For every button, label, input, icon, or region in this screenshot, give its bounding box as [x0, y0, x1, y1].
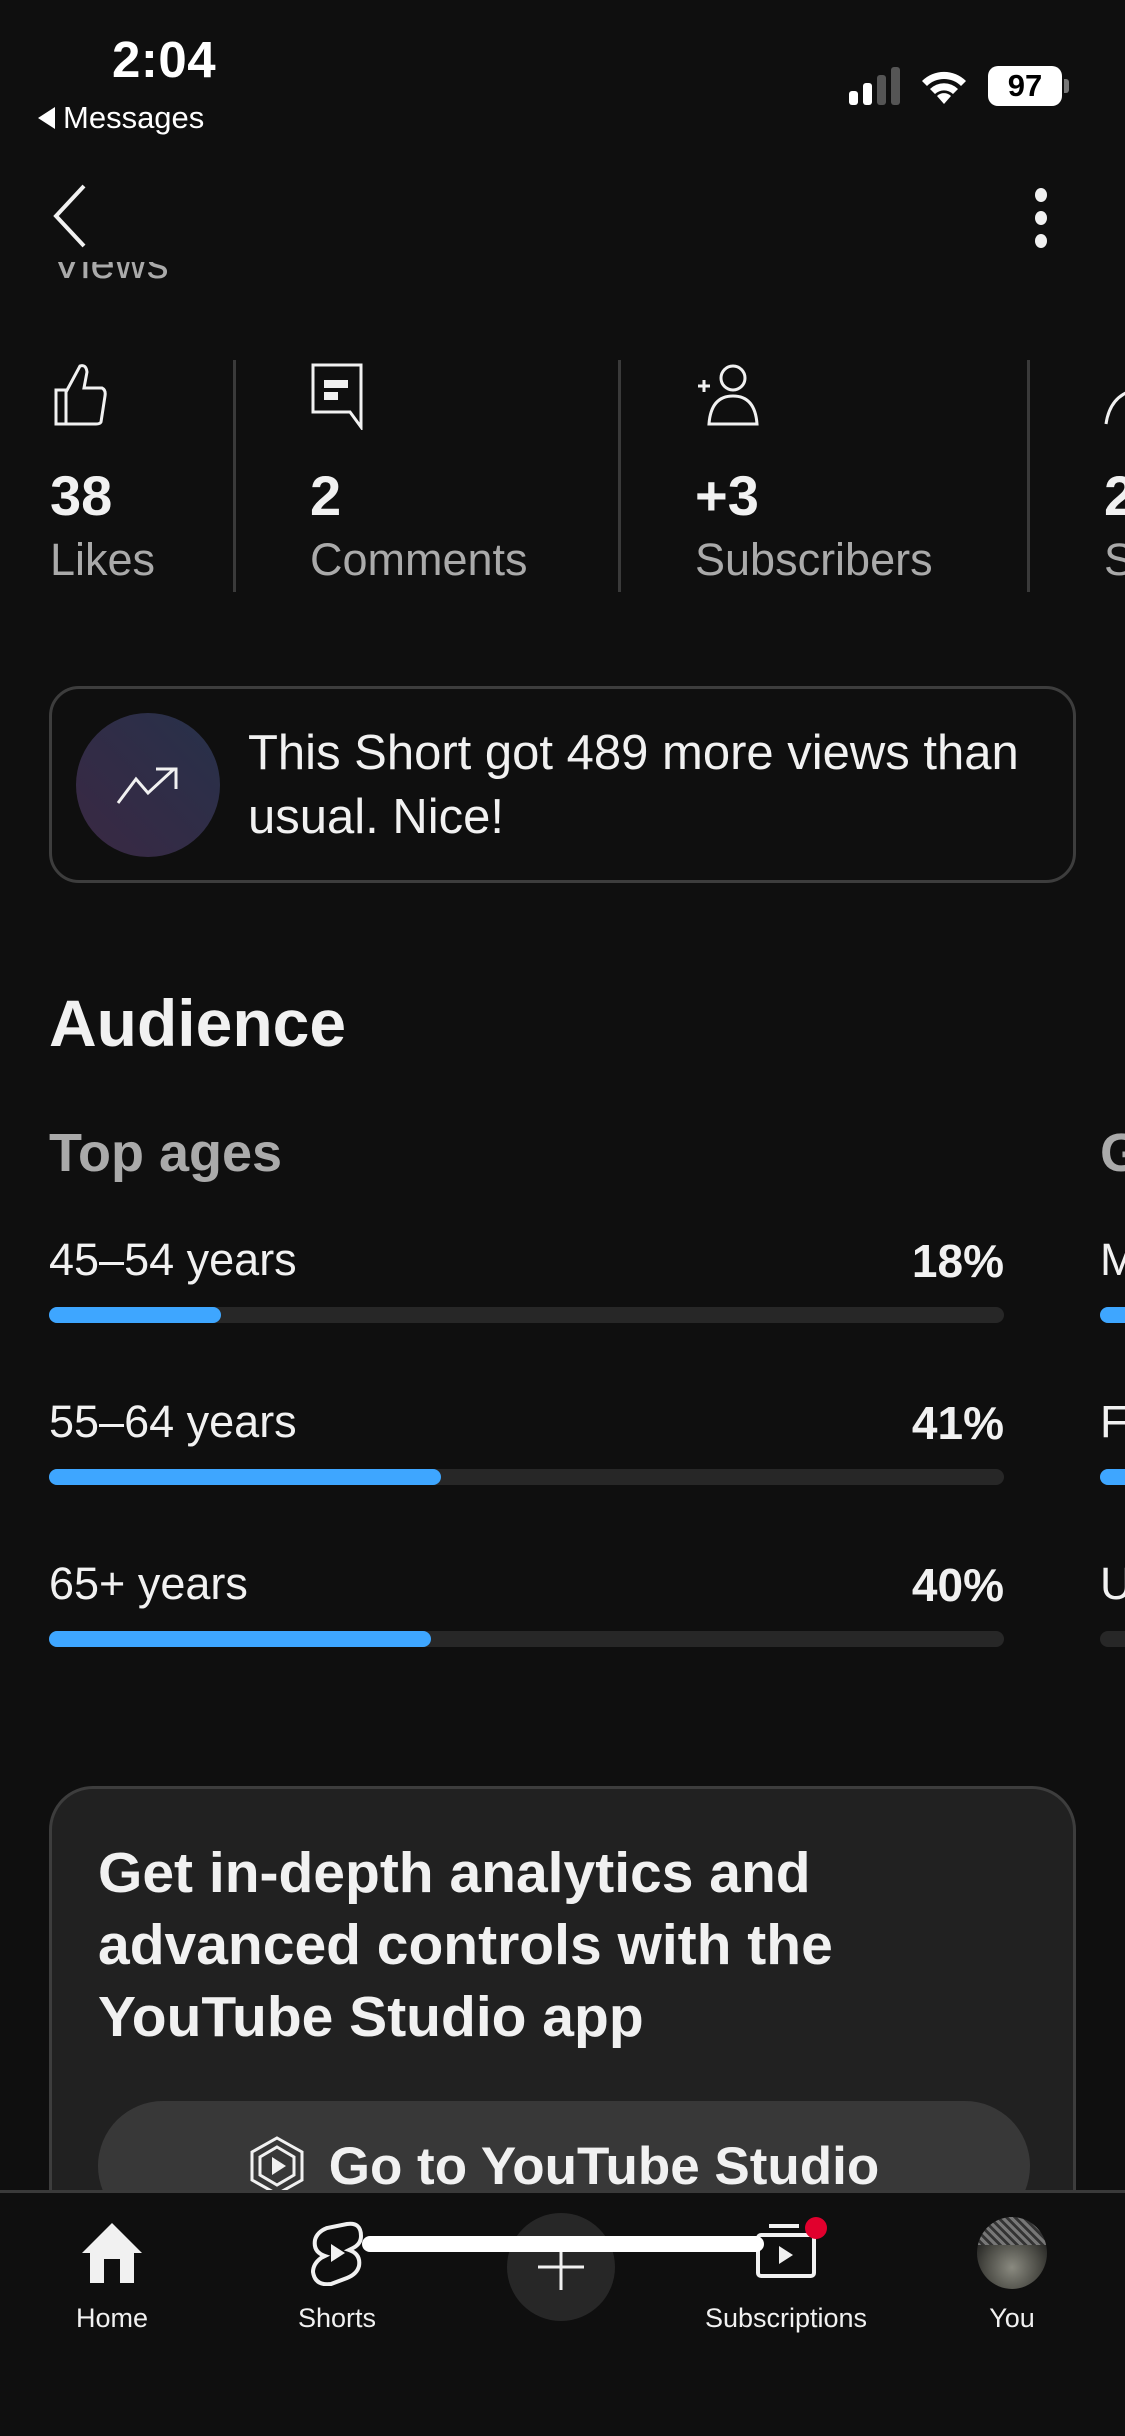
age-bar-fill [49, 1469, 441, 1485]
more-vertical-icon[interactable] [1024, 188, 1058, 248]
create-button[interactable] [507, 2213, 615, 2321]
trending-badge [76, 712, 220, 857]
wifi-icon [922, 71, 966, 104]
gender-label: F [1100, 1396, 1125, 1447]
age-bar-fill [49, 1631, 431, 1647]
status-indicators: 97 [849, 66, 1069, 106]
battery-level: 97 [988, 66, 1062, 106]
tab-label: Subscriptions [704, 2303, 868, 2333]
age-bar-track [49, 1469, 1004, 1485]
gender-row: U [1100, 1558, 1125, 1647]
tab-label: Home [75, 2303, 149, 2333]
metric-label: Likes [50, 534, 156, 585]
gender-bar-track [1100, 1307, 1125, 1323]
gender-bar-track [1100, 1469, 1125, 1485]
metric-shares[interactable]: 2 S [1104, 360, 1125, 592]
age-row: 45–54 years 18% [49, 1234, 1004, 1323]
audience-title: Audience [49, 986, 347, 1060]
notice-text: This Short got 489 more views than usual… [248, 725, 1019, 844]
age-bar-track [49, 1631, 1004, 1647]
age-label: 65+ years [49, 1558, 248, 1609]
clipped-views-label: Views [52, 262, 169, 288]
metric-value: 38 [50, 464, 113, 527]
top-ages-title: Top ages [49, 1123, 283, 1183]
bottom-navigation: Home Shorts Subscriptions You [0, 2190, 1125, 2436]
metric-divider [233, 360, 236, 592]
avatar [977, 2217, 1047, 2289]
age-bar-track [49, 1307, 1004, 1323]
home-icon [82, 2223, 142, 2283]
metric-comments[interactable]: 2 Comments [310, 360, 528, 592]
go-to-youtube-studio-label: Go to YouTube Studio [328, 2136, 880, 2196]
metric-value: 2 [310, 464, 342, 527]
status-time: 2:04 [112, 31, 217, 88]
metric-label: Subscribers [695, 534, 933, 585]
gender-row: M [1100, 1234, 1125, 1323]
age-row: 55–64 years 41% [49, 1396, 1004, 1485]
gender-bar-track [1100, 1631, 1125, 1647]
age-label: 45–54 years [49, 1234, 297, 1285]
tab-shorts[interactable]: Shorts [237, 2213, 437, 2334]
gender-title: G [1100, 1123, 1125, 1183]
tab-you[interactable]: You [912, 2213, 1112, 2334]
metric-label: S [1104, 534, 1125, 585]
battery-icon: 97 [988, 66, 1069, 106]
home-indicator[interactable] [362, 2236, 764, 2252]
tab-home[interactable]: Home [12, 2213, 212, 2334]
back-app-label: Messages [63, 100, 205, 135]
shorts-icon [310, 2221, 364, 2286]
promo-text: Get in-depth analytics and advanced cont… [98, 1841, 833, 2049]
metric-value: 2 [1104, 464, 1125, 527]
back-triangle-icon [38, 107, 55, 129]
notification-dot [805, 2216, 827, 2239]
tab-label: You [989, 2303, 1035, 2333]
share-icon [1104, 391, 1125, 425]
cellular-signal-icon [849, 67, 900, 105]
metric-divider [618, 360, 621, 592]
metric-divider [1027, 360, 1030, 592]
gender-label: M [1100, 1234, 1125, 1285]
age-percent: 41% [911, 1397, 1004, 1449]
age-percent: 18% [911, 1235, 1004, 1287]
tab-label: Shorts [297, 2303, 377, 2333]
youtube-studio-promo-card: Get in-depth analytics and advanced cont… [49, 1786, 1076, 2246]
tab-subscriptions[interactable]: Subscriptions [686, 2213, 886, 2334]
age-percent: 40% [911, 1559, 1004, 1611]
metric-subscribers[interactable]: +3 Subscribers [695, 360, 933, 592]
age-label: 55–64 years [49, 1396, 297, 1447]
performance-notice-card: This Short got 489 more views than usual… [49, 686, 1076, 883]
age-row: 65+ years 40% [49, 1558, 1004, 1647]
metric-label: Comments [310, 534, 528, 585]
youtube-studio-icon [250, 2136, 304, 2196]
metric-likes[interactable]: 38 Likes [50, 360, 155, 592]
comment-icon [311, 363, 363, 432]
add-person-icon [698, 364, 759, 426]
gender-label: U [1100, 1558, 1125, 1609]
trending-up-icon [116, 767, 178, 804]
age-bar-fill [49, 1307, 221, 1323]
gender-row: F [1100, 1396, 1125, 1485]
thumbs-up-icon [54, 364, 107, 426]
metrics-row: 38 Likes 2 Comments +3 Subscribers 2 S [0, 360, 1125, 592]
back-to-messages-link[interactable]: Messages [38, 100, 204, 136]
metric-value: +3 [695, 464, 759, 527]
gender-bar-fill [1100, 1307, 1125, 1323]
chevron-left-icon[interactable] [48, 180, 98, 250]
gender-bar-fill [1100, 1469, 1125, 1485]
